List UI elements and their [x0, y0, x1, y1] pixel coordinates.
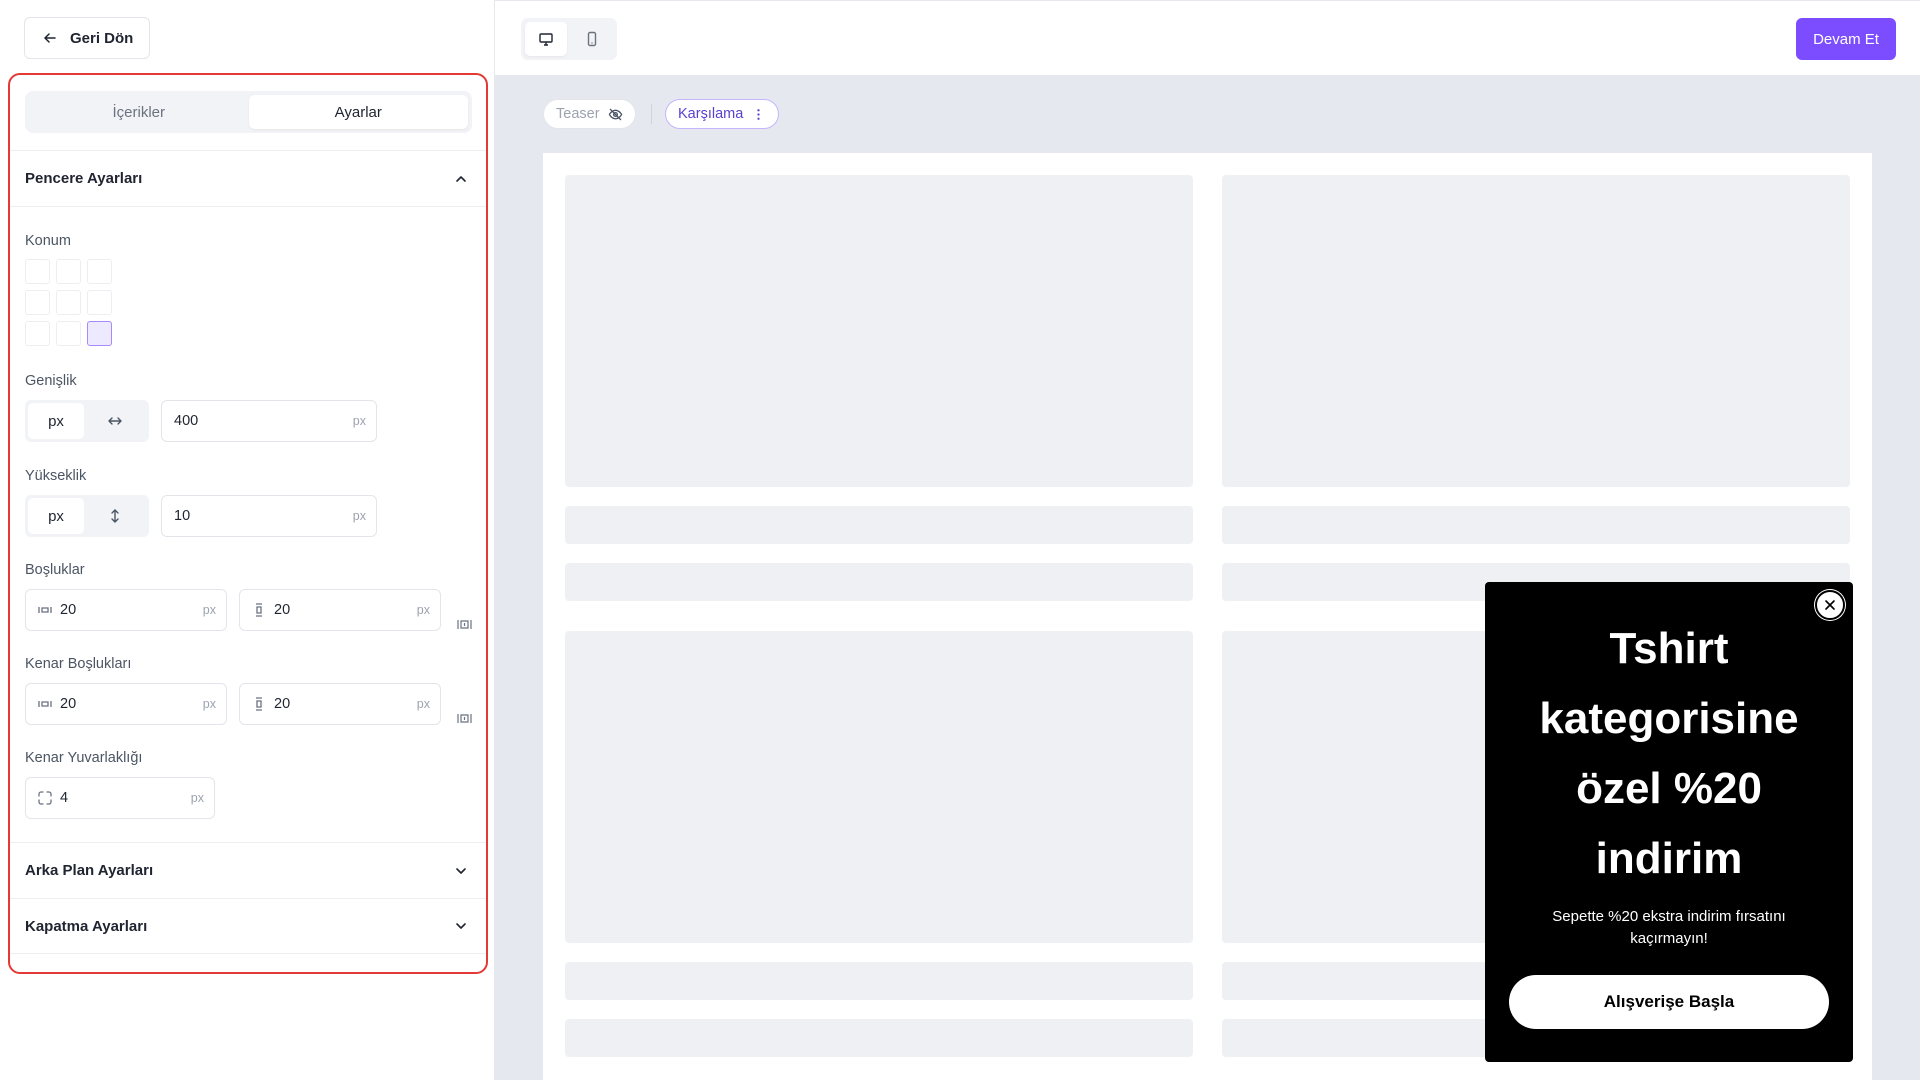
- close-icon: [1825, 600, 1835, 610]
- width-unit-px[interactable]: px: [28, 403, 84, 439]
- arrows-horizontal-icon: [108, 417, 122, 425]
- tab-settings[interactable]: Ayarlar: [248, 95, 468, 129]
- padding-link-toggle[interactable]: [455, 615, 473, 633]
- horizontal-spacing-icon: [38, 701, 52, 707]
- editor-topbar: Devam Et: [495, 0, 1920, 75]
- margin-vertical-input[interactable]: 20 px: [239, 683, 441, 725]
- position-top-left[interactable]: [25, 259, 50, 284]
- height-value: 10: [174, 508, 191, 524]
- position-middle-right[interactable]: [87, 290, 112, 315]
- continue-button[interactable]: Devam Et: [1796, 18, 1896, 60]
- position-top-center[interactable]: [56, 259, 81, 284]
- margin-horizontal-value: 20: [60, 696, 77, 712]
- device-toggle: [521, 18, 617, 60]
- width-input[interactable]: 400 px: [161, 400, 377, 442]
- horizontal-spacing-icon: [38, 607, 52, 613]
- padding-label: Boşluklar: [25, 562, 85, 578]
- background-settings-header[interactable]: Arka Plan Ayarları: [10, 842, 486, 898]
- popup-subtitle: Sepette %20 ekstra indirim fırsatını kaç…: [1552, 908, 1786, 947]
- chip-separator: [651, 104, 652, 124]
- position-label: Konum: [25, 233, 71, 249]
- placeholder-line: [565, 962, 1193, 1000]
- tab-contents[interactable]: İçerikler: [29, 95, 249, 129]
- placeholder-line: [565, 506, 1193, 544]
- radius-input[interactable]: 4 px: [25, 777, 215, 819]
- width-value: 400: [174, 413, 199, 429]
- position-top-right[interactable]: [87, 259, 112, 284]
- corner-radius-icon: [38, 791, 52, 805]
- width-suffix: px: [352, 414, 366, 428]
- close-settings-header[interactable]: Kapatma Ayarları: [10, 898, 486, 954]
- padding-vertical-value: 20: [274, 602, 291, 618]
- margin-vertical-suffix: px: [416, 697, 430, 711]
- window-settings-header[interactable]: Pencere Ayarları: [10, 150, 486, 206]
- teaser-chip-label: Teaser: [556, 106, 600, 122]
- link-spacing-icon: [456, 713, 472, 723]
- teaser-chip[interactable]: Teaser: [543, 99, 636, 129]
- height-unit-toggle: px: [25, 495, 149, 537]
- padding-horizontal-value: 20: [60, 602, 77, 618]
- placeholder-line: [565, 563, 1193, 601]
- radius-suffix: px: [190, 791, 204, 805]
- position-middle-left[interactable]: [25, 290, 50, 315]
- padding-horizontal-input[interactable]: 20 px: [25, 589, 227, 631]
- height-label: Yükseklik: [25, 468, 87, 484]
- padding-horizontal-suffix: px: [202, 603, 216, 617]
- more-vertical-icon: [757, 108, 760, 120]
- position-middle-center[interactable]: [56, 290, 81, 315]
- welcome-chip-label: Karşılama: [678, 106, 744, 122]
- chevron-down-icon: [456, 923, 466, 929]
- arrows-vertical-icon: [111, 509, 119, 523]
- margin-link-toggle[interactable]: [455, 709, 473, 727]
- radius-value: 4: [60, 790, 69, 806]
- welcome-chip[interactable]: Karşılama: [665, 99, 780, 129]
- height-unit-px[interactable]: px: [28, 498, 84, 534]
- position-bottom-right[interactable]: [87, 321, 112, 346]
- background-settings-title: Arka Plan Ayarları: [25, 862, 154, 879]
- placeholder-image: [1222, 175, 1850, 487]
- vertical-spacing-icon: [256, 603, 262, 617]
- desktop-view-button[interactable]: [525, 22, 567, 56]
- margin-vertical-value: 20: [274, 696, 291, 712]
- position-bottom-left[interactable]: [25, 321, 50, 346]
- height-input[interactable]: 10 px: [161, 495, 377, 537]
- arrow-left-icon: [44, 33, 56, 43]
- popup-cta-button[interactable]: Alışverişe Başla: [1509, 975, 1829, 1029]
- position-bottom-center[interactable]: [56, 321, 81, 346]
- close-settings-title: Kapatma Ayarları: [25, 917, 148, 935]
- vertical-spacing-icon: [256, 697, 262, 711]
- padding-vertical-suffix: px: [416, 603, 430, 617]
- width-auto-toggle[interactable]: [84, 403, 146, 439]
- eye-off-icon: [608, 108, 622, 120]
- chevron-up-icon: [456, 175, 466, 182]
- back-button[interactable]: Geri Dön: [24, 17, 150, 59]
- popup-preview[interactable]: Tshirt kategorisine özel %20 indirim Sep…: [1485, 582, 1853, 1062]
- back-button-label: Geri Dön: [70, 29, 134, 47]
- width-label: Genişlik: [25, 373, 77, 389]
- height-auto-toggle[interactable]: [84, 498, 146, 534]
- settings-panel: İçerikler Ayarlar Pencere Ayarları Konum…: [8, 73, 488, 974]
- placeholder-image: [565, 631, 1193, 943]
- height-suffix: px: [352, 509, 366, 523]
- margin-horizontal-input[interactable]: 20 px: [25, 683, 227, 725]
- mobile-icon: [587, 31, 597, 47]
- chevron-down-icon: [456, 867, 466, 874]
- settings-sidebar: Geri Dön İçerikler Ayarlar Pencere Ayarl…: [0, 0, 495, 1080]
- position-grid: [25, 259, 112, 346]
- margin-horizontal-suffix: px: [202, 697, 216, 711]
- width-unit-toggle: px: [25, 400, 149, 442]
- radius-label: Kenar Yuvarlaklığı: [25, 750, 143, 766]
- placeholder-line: [565, 1019, 1193, 1057]
- placeholder-line: [1222, 506, 1850, 544]
- padding-vertical-input[interactable]: 20 px: [239, 589, 441, 631]
- popup-title: Tshirt kategorisine özel %20 indirim: [1539, 624, 1799, 883]
- link-spacing-icon: [456, 619, 472, 629]
- window-settings-title: Pencere Ayarları: [25, 170, 143, 187]
- margin-label: Kenar Boşlukları: [25, 656, 132, 672]
- desktop-icon: [539, 33, 553, 46]
- divider: [10, 206, 486, 207]
- placeholder-image: [565, 175, 1193, 487]
- mobile-view-button[interactable]: [571, 22, 613, 56]
- sidebar-tabs: İçerikler Ayarlar: [25, 91, 472, 133]
